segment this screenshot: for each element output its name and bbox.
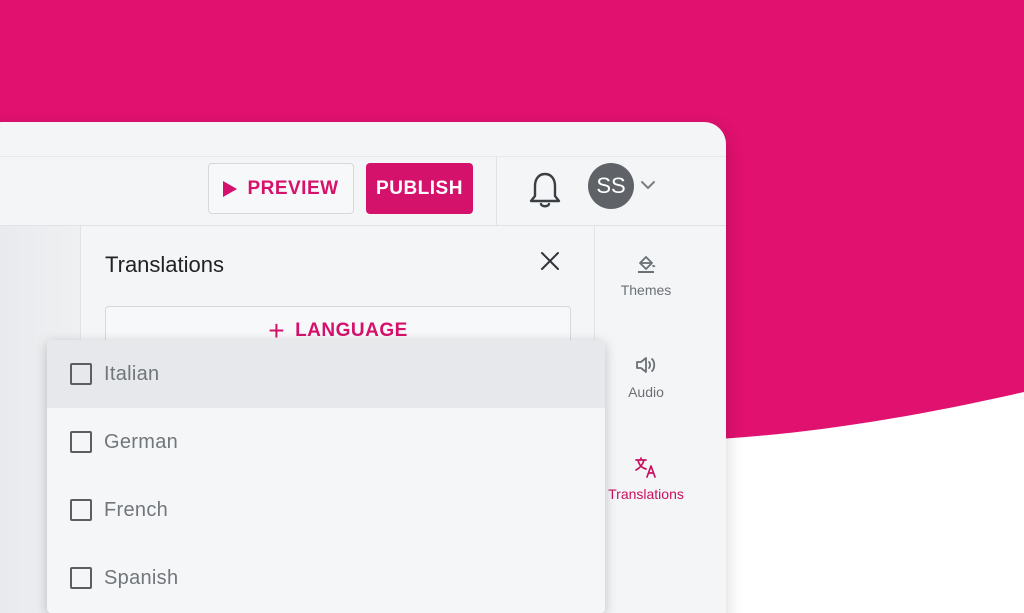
sidebar-item-themes[interactable]: Themes bbox=[595, 252, 697, 298]
checkbox[interactable] bbox=[70, 363, 92, 385]
sidebar-item-label: Translations bbox=[608, 486, 684, 502]
language-option-french[interactable]: French bbox=[47, 476, 605, 544]
close-icon[interactable] bbox=[539, 250, 561, 272]
panel-title: Translations bbox=[105, 252, 225, 277]
checkbox[interactable] bbox=[70, 431, 92, 453]
paint-bucket-icon bbox=[638, 256, 656, 273]
top-toolbar: PREVIEW PUBLISH SS bbox=[0, 156, 726, 227]
language-option-italian[interactable]: Italian bbox=[47, 340, 605, 408]
right-sidebar: Themes Audio Translations bbox=[594, 226, 696, 613]
sidebar-item-label: Audio bbox=[628, 384, 664, 400]
play-icon bbox=[223, 180, 238, 197]
add-language-label: LANGUAGE bbox=[295, 320, 408, 341]
toolbar-divider bbox=[496, 157, 497, 227]
option-label: German bbox=[104, 430, 179, 453]
chevron-down-icon[interactable] bbox=[640, 178, 656, 192]
language-dropdown: Italian German French Spanish bbox=[47, 340, 605, 613]
option-label: Italian bbox=[104, 362, 160, 385]
publish-label: PUBLISH bbox=[376, 177, 463, 199]
avatar-initials: SS bbox=[596, 173, 626, 198]
checkbox[interactable] bbox=[70, 499, 92, 521]
option-label: French bbox=[104, 498, 169, 521]
preview-label: PREVIEW bbox=[247, 177, 339, 199]
language-option-german[interactable]: German bbox=[47, 408, 605, 476]
sidebar-item-translations[interactable]: Translations bbox=[595, 456, 697, 502]
translate-icon bbox=[635, 457, 656, 478]
sidebar-item-label: Themes bbox=[620, 282, 672, 298]
preview-button[interactable]: PREVIEW bbox=[208, 163, 354, 214]
option-label: Spanish bbox=[104, 566, 179, 589]
checkbox[interactable] bbox=[70, 567, 92, 589]
bell-icon[interactable] bbox=[527, 170, 563, 210]
language-option-spanish[interactable]: Spanish bbox=[47, 544, 605, 612]
sidebar-item-audio[interactable]: Audio bbox=[595, 354, 697, 400]
publish-button[interactable]: PUBLISH bbox=[366, 163, 473, 214]
user-avatar[interactable]: SS bbox=[588, 163, 634, 209]
speaker-icon bbox=[636, 357, 656, 373]
